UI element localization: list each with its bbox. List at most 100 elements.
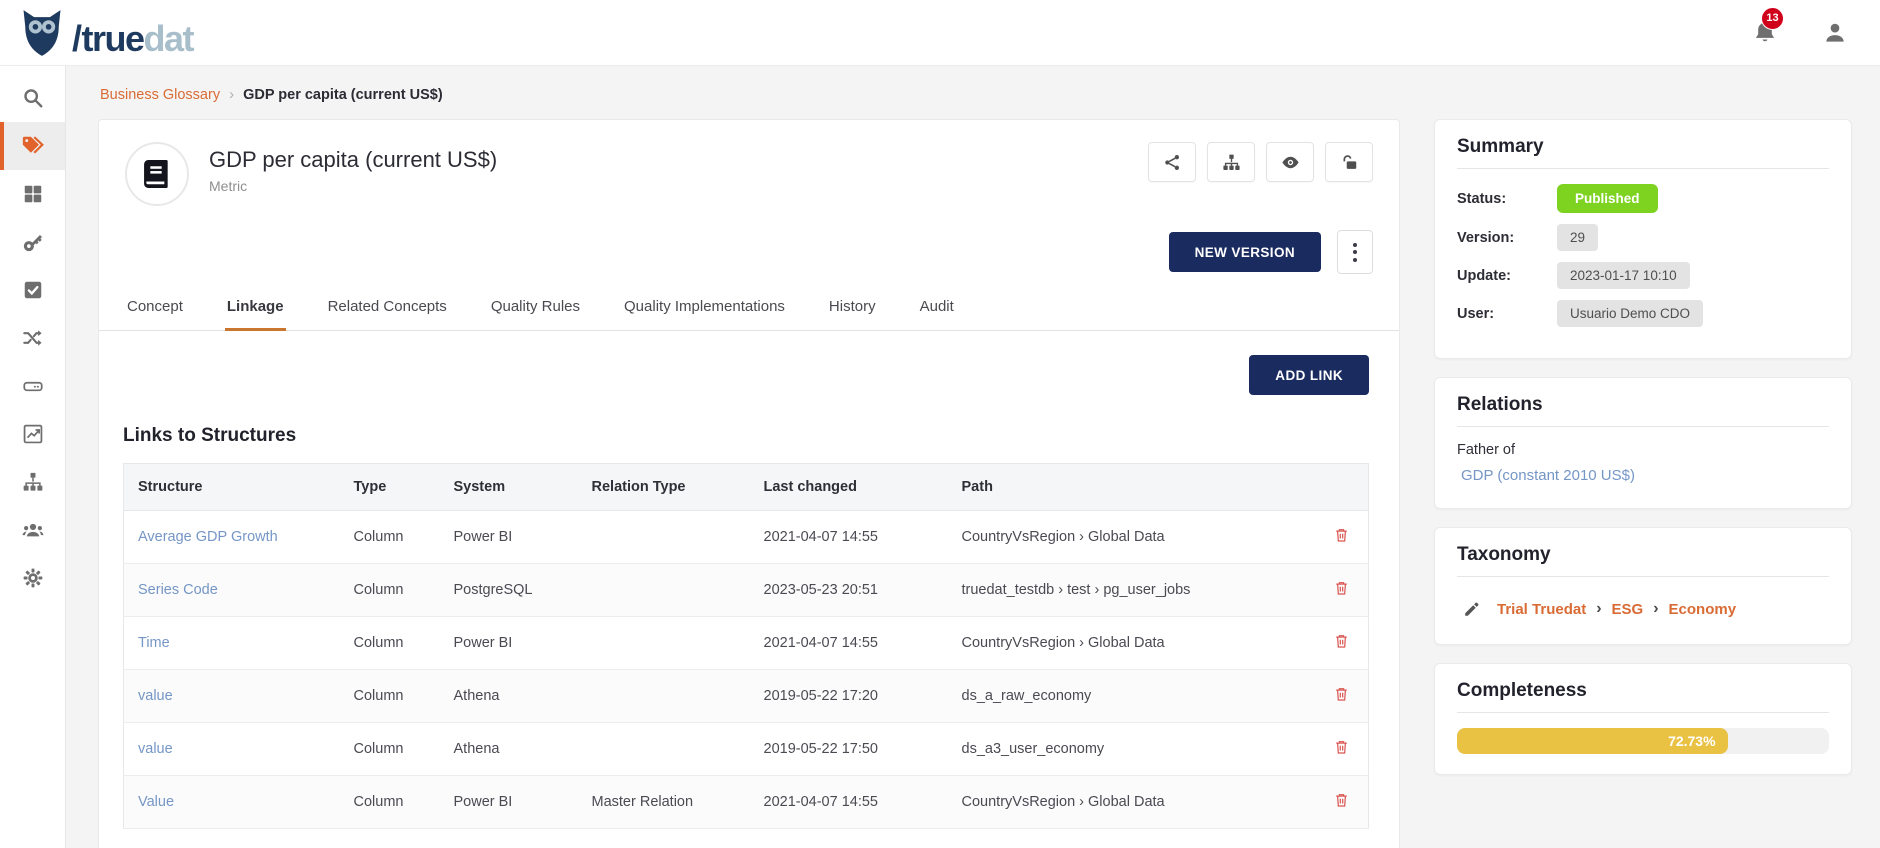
summary-field-value: Usuario Demo CDO [1557, 300, 1703, 327]
links-table: StructureTypeSystemRelation TypeLast cha… [123, 463, 1369, 829]
sidebar-item-settings[interactable] [0, 554, 65, 602]
cell-last-changed: 2019-05-22 17:50 [752, 723, 950, 776]
column-header-type: Type [342, 464, 442, 511]
cell-system: Power BI [442, 776, 580, 829]
tab-audit[interactable]: Audit [918, 288, 956, 331]
edit-pencil-icon[interactable] [1463, 600, 1481, 618]
summary-row-user: User:Usuario Demo CDO [1457, 300, 1829, 327]
cell-type: Column [342, 723, 442, 776]
key-icon [22, 231, 44, 253]
sidebar-item-search[interactable] [0, 74, 65, 122]
completeness-progress-track: 72.73% [1457, 728, 1829, 754]
taxonomy-link-trial-truedat[interactable]: Trial Truedat [1497, 601, 1586, 618]
sidebar-item-data-structures[interactable] [0, 362, 65, 410]
summary-field-value: 2023-01-17 10:10 [1557, 262, 1690, 289]
completeness-value: 72.73% [1668, 733, 1715, 749]
relations-title: Relations [1457, 394, 1829, 427]
link-row: Average GDP GrowthColumnPower BI2021-04-… [124, 511, 1369, 564]
structure-link[interactable]: value [138, 688, 173, 704]
delete-link-button[interactable] [1333, 791, 1350, 809]
share-icon [1163, 153, 1182, 172]
summary-row-version: Version:29 [1457, 224, 1829, 251]
cell-system: Power BI [442, 617, 580, 670]
tab-concept[interactable]: Concept [125, 288, 185, 331]
link-row: valueColumnAthena2019-05-22 17:50ds_a3_u… [124, 723, 1369, 776]
summary-row-status: Status:Published [1457, 184, 1829, 213]
more-options-button[interactable] [1337, 230, 1373, 274]
delete-link-button[interactable] [1333, 685, 1350, 703]
delete-link-button[interactable] [1333, 526, 1350, 544]
delete-link-button[interactable] [1333, 579, 1350, 597]
sidebar-item-quality[interactable] [0, 266, 65, 314]
completeness-panel: Completeness 72.73% [1434, 663, 1852, 775]
structure-link[interactable]: Value [138, 794, 174, 810]
structure-link[interactable]: Time [138, 635, 170, 651]
user-profile-icon[interactable] [1822, 20, 1848, 46]
gear-icon [22, 567, 44, 589]
cell-last-changed: 2021-04-07 14:55 [752, 511, 950, 564]
links-section-title: Links to Structures [123, 425, 1369, 447]
delete-link-button[interactable] [1333, 632, 1350, 650]
concept-tabs: Concept Linkage Related Concepts Quality Ru… [99, 288, 1399, 331]
delete-link-button[interactable] [1333, 738, 1350, 756]
completeness-title: Completeness [1457, 680, 1829, 713]
sitemap-icon [22, 471, 44, 493]
tab-related-concepts[interactable]: Related Concepts [326, 288, 449, 331]
sidebar-item-lineage[interactable] [0, 314, 65, 362]
watch-button[interactable] [1266, 142, 1314, 182]
add-link-button[interactable]: ADD LINK [1249, 355, 1369, 395]
cell-last-changed: 2021-04-07 14:55 [752, 617, 950, 670]
cell-system: Athena [442, 723, 580, 776]
cell-system: PostgreSQL [442, 564, 580, 617]
top-bar: /truedat 13 [0, 0, 1880, 66]
summary-title: Summary [1457, 136, 1829, 169]
sidebar-item-permissions[interactable] [0, 218, 65, 266]
taxonomy-separator: › [1596, 600, 1601, 618]
cell-system: Athena [442, 670, 580, 723]
column-header-structure: Structure [124, 464, 342, 511]
sidebar-item-analytics[interactable] [0, 410, 65, 458]
breadcrumb-parent-link[interactable]: Business Glossary [100, 87, 220, 103]
cell-system: Power BI [442, 511, 580, 564]
check-square-icon [22, 279, 44, 301]
taxonomy-breadcrumb: Trial Truedat › ESG › Economy [1497, 600, 1736, 618]
delete-trash-icon [1333, 579, 1350, 597]
structure-tree-button[interactable] [1207, 142, 1255, 182]
tab-quality-implementations[interactable]: Quality Implementations [622, 288, 787, 331]
taxonomy-link-economy[interactable]: Economy [1669, 601, 1737, 618]
tab-linkage[interactable]: Linkage [225, 288, 286, 331]
related-concept-link[interactable]: GDP (constant 2010 US$) [1457, 467, 1829, 484]
lock-open-icon [1340, 153, 1359, 172]
tab-history[interactable]: History [827, 288, 878, 331]
unlock-button[interactable] [1325, 142, 1373, 182]
notifications-bell-icon[interactable]: 13 [1752, 20, 1778, 46]
truedat-logo[interactable]: /truedat [20, 9, 193, 57]
drive-icon [22, 375, 44, 397]
sidebar-item-dashboards[interactable] [0, 170, 65, 218]
structure-link[interactable]: Series Code [138, 582, 218, 598]
chart-icon [22, 423, 44, 445]
search-icon [22, 87, 44, 109]
delete-trash-icon [1333, 526, 1350, 544]
notification-count-badge: 13 [1761, 7, 1784, 30]
sidebar-item-users[interactable] [0, 506, 65, 554]
cell-last-changed: 2019-05-22 17:20 [752, 670, 950, 723]
sidebar-item-business-glossary[interactable] [0, 122, 65, 170]
new-version-button[interactable]: NEW VERSION [1169, 232, 1321, 272]
structure-link[interactable]: Average GDP Growth [138, 529, 278, 545]
sitemap-icon [1222, 153, 1241, 172]
grid-icon [22, 183, 44, 205]
delete-trash-icon [1333, 685, 1350, 703]
sidebar-item-catalog[interactable] [0, 458, 65, 506]
taxonomy-separator: › [1653, 600, 1658, 618]
summary-field-label: Update: [1457, 268, 1557, 284]
tags-icon [22, 135, 44, 157]
tab-quality-rules[interactable]: Quality Rules [489, 288, 582, 331]
relations-panel: Relations Father of GDP (constant 2010 U… [1434, 377, 1852, 509]
cell-type: Column [342, 670, 442, 723]
structure-link[interactable]: value [138, 741, 173, 757]
breadcrumb-separator: › [229, 86, 234, 103]
cell-last-changed: 2023-05-23 20:51 [752, 564, 950, 617]
taxonomy-link-esg[interactable]: ESG [1612, 601, 1644, 618]
share-button[interactable] [1148, 142, 1196, 182]
